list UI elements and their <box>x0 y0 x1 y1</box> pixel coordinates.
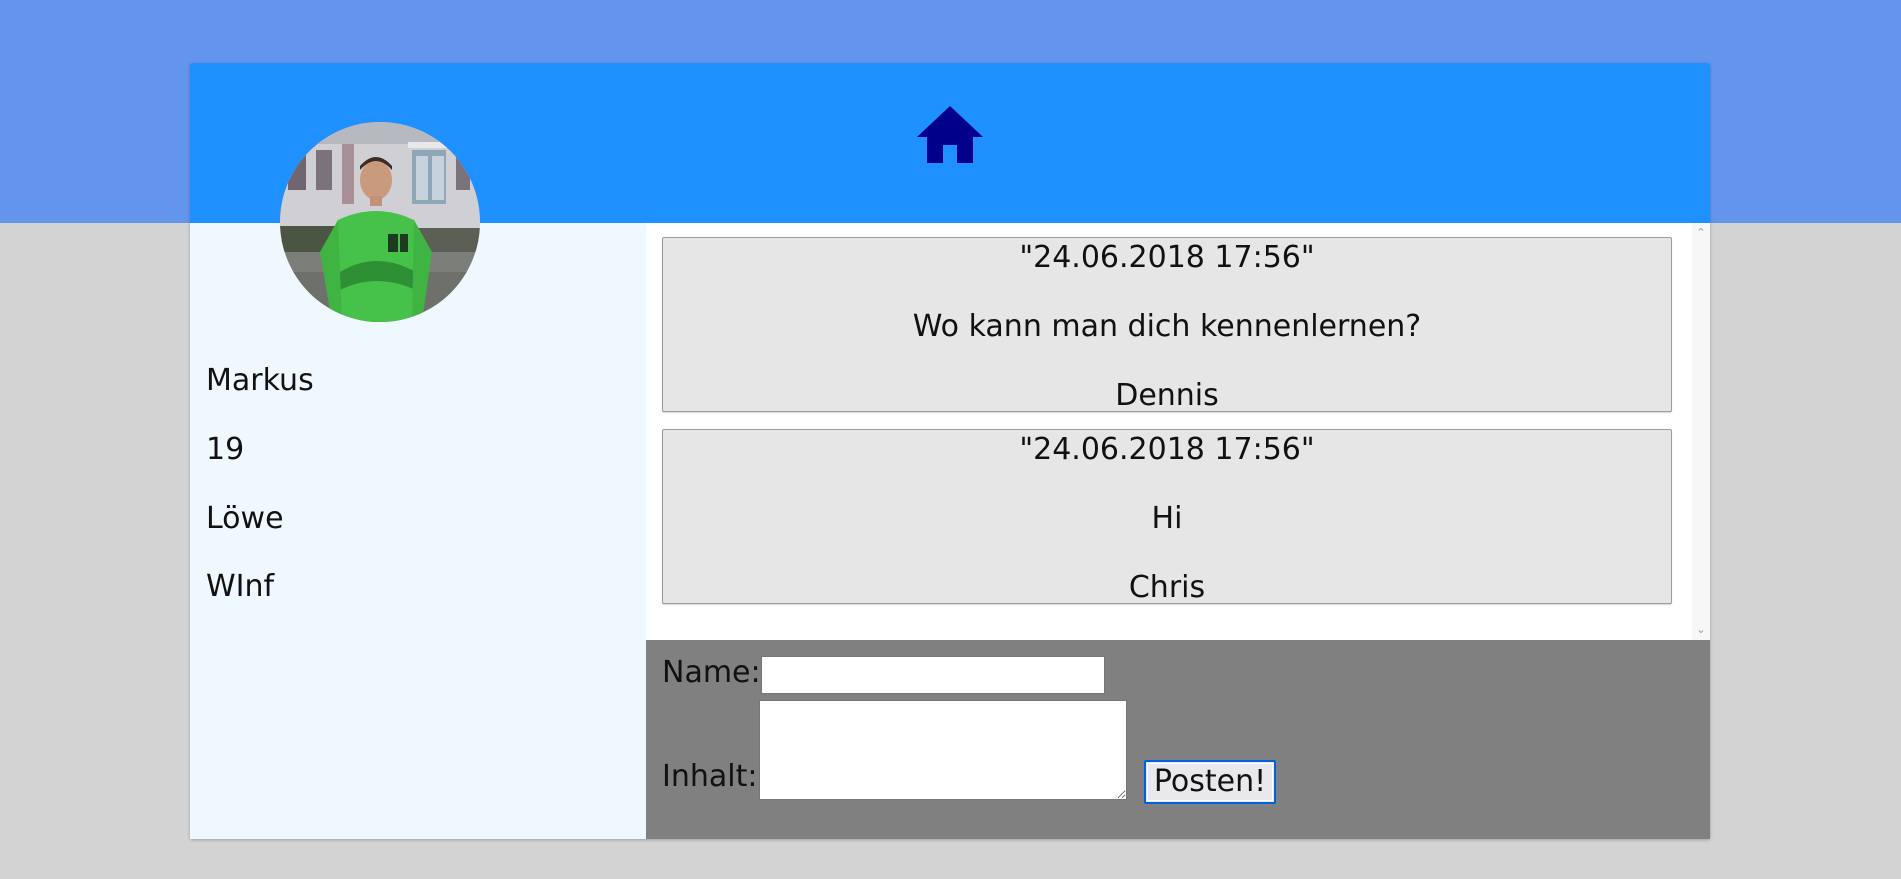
profile-sidebar: Markus 19 Löwe WInf <box>190 223 646 839</box>
home-icon <box>917 106 983 163</box>
profile-age: 19 <box>206 432 245 467</box>
post-content: Wo kann man dich kennenlernen? <box>912 309 1422 344</box>
avatar <box>280 122 480 322</box>
name-input[interactable] <box>761 656 1105 694</box>
profile-name: Markus <box>206 363 314 398</box>
scroll-down-arrow-icon[interactable]: ⌄ <box>1695 624 1707 636</box>
post-button[interactable]: Posten! <box>1144 760 1276 804</box>
profile-course: WInf <box>206 569 275 604</box>
post-timestamp: "24.06.2018 17:56" <box>1019 432 1315 467</box>
post-content: Hi <box>1151 501 1183 536</box>
post-card: "24.06.2018 17:56" Hi Chris <box>662 429 1672 605</box>
avatar-photo <box>280 122 480 322</box>
content-label: Inhalt: <box>662 759 758 794</box>
post-timestamp: "24.06.2018 17:56" <box>1019 240 1315 275</box>
post-form: Name: Inhalt: Posten! <box>646 640 1710 839</box>
profile-zodiac: Löwe <box>206 501 284 536</box>
posts-feed[interactable]: "24.06.2018 17:56" Wo kann man dich kenn… <box>646 223 1710 640</box>
guestbook-card: Markus 19 Löwe WInf "24.06.2018 17:56" W… <box>190 63 1710 839</box>
post-author: Chris <box>1128 570 1206 605</box>
home-button[interactable] <box>915 103 985 165</box>
post-author: Dennis <box>1115 378 1219 413</box>
post-card: "24.06.2018 17:56" Wo kann man dich kenn… <box>662 237 1672 413</box>
name-label: Name: <box>662 655 761 690</box>
feed-scrollbar[interactable]: ⌃ ⌄ <box>1692 223 1710 640</box>
content-textarea[interactable] <box>759 700 1127 800</box>
scroll-up-arrow-icon[interactable]: ⌃ <box>1695 227 1707 239</box>
